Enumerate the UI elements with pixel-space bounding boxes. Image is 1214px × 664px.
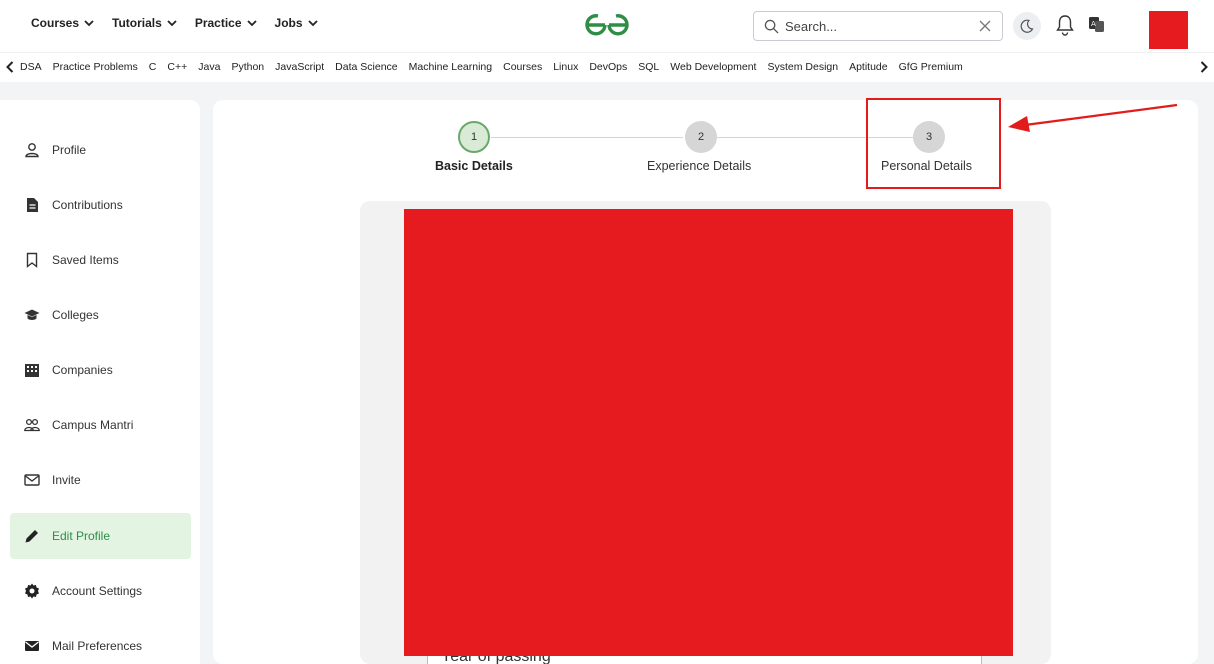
sidebar-item-invite[interactable]: Invite bbox=[10, 457, 191, 503]
top-nav: Courses Tutorials Practice Jobs bbox=[31, 16, 318, 30]
sidebar-item-label: Saved Items bbox=[52, 253, 119, 267]
nav-courses-label: Courses bbox=[31, 16, 80, 30]
sidebar-item-label: Invite bbox=[52, 473, 81, 487]
step-number: 2 bbox=[697, 131, 705, 143]
annotation-highlight-box bbox=[866, 98, 1001, 189]
step-1-indicator[interactable]: 1 bbox=[458, 121, 490, 153]
chevron-down-icon bbox=[167, 20, 177, 27]
stepper-connector bbox=[491, 137, 683, 138]
bell-icon[interactable] bbox=[1055, 14, 1075, 36]
gfg-logo-icon[interactable] bbox=[584, 12, 630, 38]
chevron-down-icon bbox=[84, 20, 94, 27]
search-icon bbox=[764, 19, 779, 34]
step-label-experience-details[interactable]: Experience Details bbox=[647, 159, 751, 173]
sidebar-item-mail-preferences[interactable]: Mail Preferences bbox=[10, 623, 191, 664]
sidebar-item-colleges[interactable]: Colleges bbox=[10, 292, 191, 338]
mail-icon bbox=[25, 641, 39, 651]
topic-link[interactable]: GfG Premium bbox=[899, 61, 963, 73]
annotation-arrow-icon bbox=[1008, 103, 1178, 132]
topic-link[interactable]: Practice Problems bbox=[53, 61, 138, 73]
topic-link[interactable]: Machine Learning bbox=[409, 61, 492, 73]
topic-link[interactable]: System Design bbox=[767, 61, 838, 73]
step-number: 1 bbox=[470, 131, 478, 143]
nav-jobs-label: Jobs bbox=[274, 16, 303, 30]
sidebar-item-label: Companies bbox=[52, 363, 113, 377]
pencil-icon bbox=[25, 530, 38, 543]
top-header: Courses Tutorials Practice Jobs Search..… bbox=[0, 0, 1214, 52]
nav-practice-label: Practice bbox=[194, 16, 242, 30]
gear-icon bbox=[25, 583, 39, 599]
theme-toggle-button[interactable] bbox=[1013, 12, 1041, 40]
sidebar-item-contributions[interactable]: Contributions bbox=[10, 182, 191, 228]
step-label-basic-details[interactable]: Basic Details bbox=[435, 159, 513, 173]
nav-jobs[interactable]: Jobs bbox=[275, 16, 318, 30]
sidebar-item-campus-mantri[interactable]: Campus Mantri bbox=[10, 402, 191, 448]
topic-link[interactable]: C bbox=[149, 61, 157, 73]
sidebar-item-label: Account Settings bbox=[52, 584, 143, 598]
mail-outline-icon bbox=[24, 474, 40, 486]
sidebar-item-label: Edit Profile bbox=[52, 529, 111, 543]
translate-icon[interactable]: A bbox=[1089, 17, 1104, 32]
nav-tutorials-label: Tutorials bbox=[112, 16, 162, 30]
topic-nav: DSA Practice Problems C C++ Java Python JavaSc… bbox=[0, 52, 1214, 82]
bookmark-icon bbox=[26, 252, 38, 268]
topic-link[interactable]: SQL bbox=[638, 61, 659, 73]
sidebar-item-edit-profile[interactable]: Edit Profile bbox=[10, 513, 191, 559]
sidebar-item-profile[interactable]: Profile bbox=[10, 127, 191, 173]
topic-link[interactable]: Web Development bbox=[670, 61, 756, 73]
moon-icon bbox=[1020, 19, 1034, 33]
document-icon bbox=[27, 198, 38, 212]
topic-link[interactable]: JavaScript bbox=[275, 61, 324, 73]
user-icon bbox=[25, 143, 39, 158]
topic-link[interactable]: DSA bbox=[20, 61, 42, 73]
nav-practice[interactable]: Practice bbox=[195, 16, 257, 30]
redaction-block bbox=[404, 209, 1013, 656]
search-box[interactable]: Search... bbox=[753, 11, 1003, 41]
nav-tutorials[interactable]: Tutorials bbox=[112, 16, 177, 30]
topic-link[interactable]: Python bbox=[231, 61, 264, 73]
sidebar-item-account-settings[interactable]: Account Settings bbox=[10, 568, 191, 614]
avatar[interactable] bbox=[1149, 11, 1188, 49]
users-icon bbox=[24, 418, 40, 432]
topic-link[interactable]: Data Science bbox=[335, 61, 397, 73]
topic-link[interactable]: DevOps bbox=[589, 61, 627, 73]
topic-link[interactable]: C++ bbox=[167, 61, 187, 73]
nav-courses[interactable]: Courses bbox=[31, 16, 94, 30]
building-icon bbox=[25, 364, 39, 377]
chevron-down-icon bbox=[246, 20, 257, 27]
topic-link[interactable]: Courses bbox=[503, 61, 542, 73]
graduation-cap-icon bbox=[24, 309, 40, 320]
sidebar-item-label: Mail Preferences bbox=[52, 639, 143, 653]
chevron-down-icon bbox=[307, 20, 318, 27]
svg-text:A: A bbox=[1091, 20, 1096, 28]
sidebar-item-label: Campus Mantri bbox=[52, 418, 134, 432]
sidebar-item-label: Colleges bbox=[52, 308, 99, 322]
chevron-right-icon[interactable] bbox=[1200, 61, 1208, 73]
sidebar-item-label: Contributions bbox=[52, 198, 123, 212]
topic-link[interactable]: Aptitude bbox=[849, 61, 888, 73]
search-input[interactable]: Search... bbox=[785, 19, 978, 34]
chevron-left-icon[interactable] bbox=[6, 61, 14, 73]
sidebar-item-label: Profile bbox=[52, 143, 87, 157]
close-icon[interactable] bbox=[978, 19, 992, 33]
topic-link[interactable]: Java bbox=[198, 61, 220, 73]
topic-link[interactable]: Linux bbox=[553, 61, 578, 73]
step-2-indicator[interactable]: 2 bbox=[685, 121, 717, 153]
topic-nav-links: DSA Practice Problems C C++ Java Python JavaSc… bbox=[20, 61, 963, 73]
sidebar: Profile Contributions Saved Items Colleg… bbox=[0, 100, 200, 664]
sidebar-item-companies[interactable]: Companies bbox=[10, 347, 191, 393]
sidebar-item-saved-items[interactable]: Saved Items bbox=[10, 237, 191, 283]
